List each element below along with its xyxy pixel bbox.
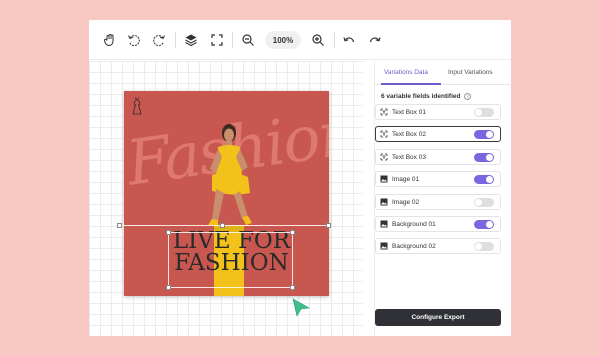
field-label: Text Box 01 [392, 108, 426, 116]
image-icon [380, 220, 388, 228]
redo-icon[interactable] [368, 33, 382, 47]
configure-export-button[interactable]: Configure Export [375, 309, 501, 326]
rotate-right-icon[interactable] [152, 33, 166, 47]
fit-screen-icon[interactable] [210, 33, 224, 47]
toolbar-divider [232, 32, 233, 48]
field-label: Image 01 [392, 175, 420, 183]
zoom-in-icon[interactable] [311, 33, 325, 47]
text-selection-top [168, 232, 293, 233]
tab-input-variations[interactable]: Input Variations [448, 69, 493, 76]
layers-icon[interactable] [184, 33, 198, 47]
text-selection-right [292, 232, 293, 288]
selection-handle[interactable] [117, 223, 122, 228]
info-icon[interactable]: i [464, 93, 472, 100]
field-text-box-01[interactable]: Text Box 01 [375, 104, 501, 120]
fields-count-info: 6 variable fields identified i [381, 93, 472, 100]
zoom-out-icon[interactable] [241, 33, 255, 47]
text-box-icon [380, 108, 388, 116]
pointer-cursor-icon [292, 298, 310, 317]
image-icon [380, 198, 388, 206]
field-label: Image 02 [392, 198, 420, 206]
field-label: Background 02 [392, 242, 436, 250]
toggle-switch[interactable] [474, 175, 494, 184]
field-background-02[interactable]: Background 02 [375, 238, 501, 254]
headline-text-box[interactable]: LIVE FOR FASHION [169, 230, 294, 276]
field-image-02[interactable]: Image 02 [375, 194, 501, 210]
toolbar: 100% [89, 20, 511, 60]
toggle-switch[interactable] [474, 220, 494, 229]
toggle-switch[interactable] [474, 153, 494, 162]
variations-panel: Variations Data Input Variations 6 varia… [374, 61, 512, 336]
text-selection-handle[interactable] [290, 285, 295, 290]
toolbar-divider [334, 32, 335, 48]
dress-logo-icon [132, 97, 142, 115]
editor-window: 100% Fashion [89, 20, 512, 336]
field-image-01[interactable]: Image 01 [375, 171, 501, 187]
text-selection-handle[interactable] [166, 285, 171, 290]
undo-icon[interactable] [342, 33, 356, 47]
tab-variations-data[interactable]: Variations Data [384, 69, 428, 76]
toggle-switch[interactable] [474, 242, 494, 251]
field-text-box-02[interactable]: Text Box 02 [375, 126, 501, 142]
text-selection-left [168, 232, 169, 288]
image-icon [380, 175, 388, 183]
toggle-switch[interactable] [474, 108, 494, 117]
text-selection-bottom [168, 287, 293, 288]
selection-handle[interactable] [220, 223, 225, 228]
field-background-01[interactable]: Background 01 [375, 216, 501, 232]
field-label: Text Box 02 [392, 130, 426, 138]
text-box-icon [380, 130, 388, 138]
zoom-level[interactable]: 100% [265, 31, 301, 49]
text-selection-handle[interactable] [166, 230, 171, 235]
toggle-switch[interactable] [474, 130, 494, 139]
canvas-area[interactable]: Fashion LIVE FOR FASH [89, 61, 363, 336]
image-icon [380, 242, 388, 250]
rotate-left-icon[interactable] [127, 33, 141, 47]
field-label: Text Box 03 [392, 153, 426, 161]
text-box-icon [380, 153, 388, 161]
headline-line-2: FASHION [174, 249, 289, 276]
image-selection-bottom-edge [119, 225, 331, 226]
field-label: Background 01 [392, 220, 436, 228]
selection-handle[interactable] [326, 223, 331, 228]
toggle-switch[interactable] [474, 198, 494, 207]
hand-icon[interactable] [103, 33, 117, 47]
text-selection-handle[interactable] [290, 230, 295, 235]
artboard[interactable]: Fashion LIVE FOR FASH [124, 91, 329, 296]
panel-tabs: Variations Data Input Variations [375, 61, 512, 85]
field-text-box-03[interactable]: Text Box 03 [375, 149, 501, 165]
toolbar-divider [175, 32, 176, 48]
fields-count-text: 6 variable fields identified [381, 93, 461, 100]
active-tab-indicator [381, 83, 441, 85]
